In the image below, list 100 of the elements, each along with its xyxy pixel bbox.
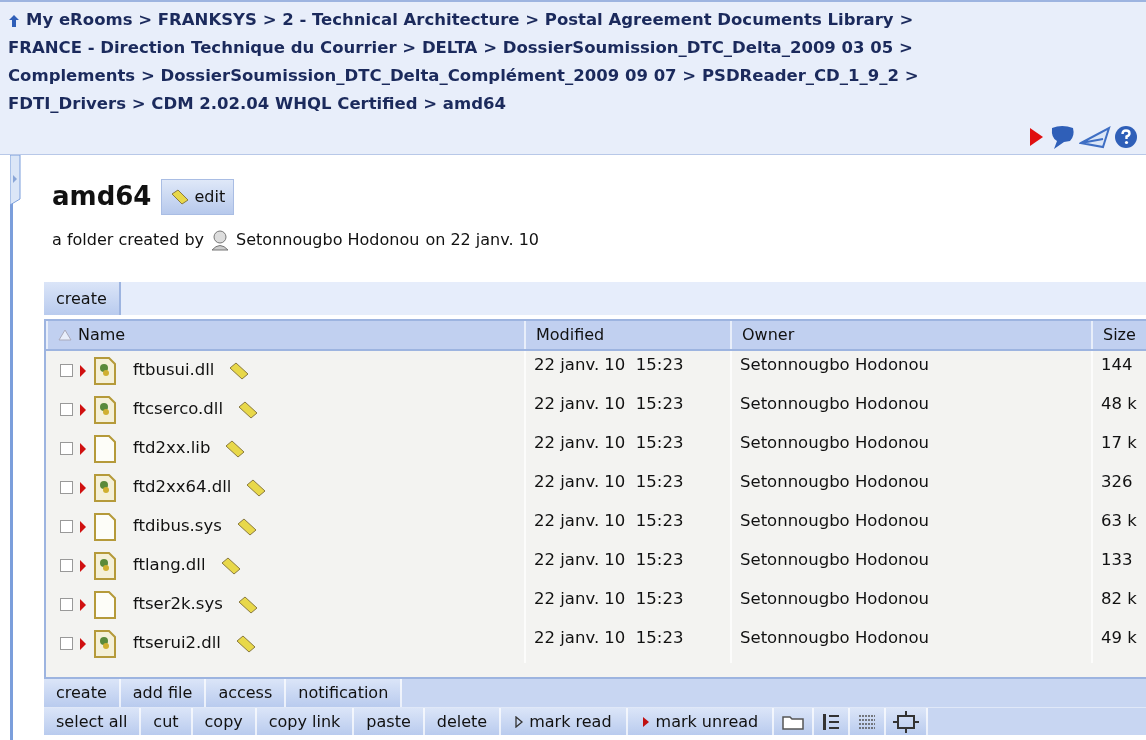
file-name-link[interactable]: ftbusui.dll [133,358,215,383]
created-by-text: a folder created by [52,229,205,251]
expand-triangle-icon[interactable] [79,558,87,573]
breadcrumb-separator: > [899,38,913,57]
size-cell-text: 144 [1101,354,1133,376]
detailed-list-icon[interactable] [850,708,887,735]
pencil-icon[interactable] [234,634,257,653]
breadcrumb-separator: > [423,94,438,113]
breadcrumb-separator: > [131,94,146,113]
list-icon[interactable] [814,708,851,735]
folder-title: amd64 [52,180,152,213]
person-icon [210,229,231,251]
owner-cell-text: Setonnougbo Hodonou [740,549,930,571]
toolbar-button[interactable]: create [44,679,121,707]
breadcrumb-link[interactable]: FRANKSYS [157,10,257,29]
side-panel-tab[interactable] [10,155,24,205]
breadcrumb-separator: > [140,66,155,85]
expand-triangle-icon[interactable] [79,636,87,651]
breadcrumb-link[interactable]: 2 - Technical Architecture [282,10,520,29]
file-icon [93,589,117,620]
breadcrumb-link[interactable]: Postal Agreement Documents Library [544,10,894,29]
column-header[interactable]: Name [46,321,524,349]
application-file-icon [93,355,117,386]
breadcrumb-link[interactable]: DossierSoumission_DTC_Delta_2009 03 05 [502,38,894,57]
breadcrumb-link[interactable]: FRANCE - Direction Technique du Courrier [8,38,397,57]
breadcrumb-link[interactable]: amd64 [442,94,506,113]
pencil-icon[interactable] [236,595,259,614]
checkbox[interactable] [60,520,73,533]
paper-plane-icon[interactable] [1079,125,1111,149]
checkbox[interactable] [60,403,73,416]
size-cell-text: 326 [1101,471,1133,493]
breadcrumb-separator: > [525,10,540,29]
owner-cell-text: Setonnougbo Hodonou [740,393,930,415]
file-name-link[interactable]: ftser2k.sys [133,592,223,617]
file-name-link[interactable]: ftd2xx.lib [133,436,211,461]
expand-triangle-icon[interactable] [79,441,87,456]
owner-link[interactable]: Setonnougbo Hodonou [236,228,420,252]
toolbar-button[interactable]: mark read [501,708,628,735]
pencil-icon[interactable] [235,517,258,536]
file-name-link[interactable]: ftserui2.dll [133,631,221,656]
pencil-icon[interactable] [237,400,259,419]
checkbox[interactable] [60,598,73,611]
modified-cell-text: 22 janv. 10 15:23 [534,471,684,493]
size-cell-text: 82 k [1101,588,1137,610]
breadcrumb-link[interactable]: My eRooms [26,10,133,29]
owner-cell-text: Setonnougbo Hodonou [740,432,930,454]
edit-button[interactable]: edit [161,178,235,215]
toolbar-button[interactable]: add file [120,679,207,707]
expand-triangle-icon[interactable] [79,363,87,378]
toolbar-button[interactable]: access [206,679,287,707]
expand-triangle-icon[interactable] [79,597,87,612]
breadcrumb-separator: > [904,66,919,85]
toolbar-button[interactable]: paste [354,708,425,735]
owner-cell-text: Setonnougbo Hodonou [740,354,930,376]
toolbar-button[interactable]: delete [424,708,502,735]
frame-icon[interactable] [886,708,929,735]
pencil-icon[interactable] [228,361,251,380]
breadcrumb-link[interactable]: DossierSoumission_DTC_Delta_Complément_2009 09 07 [160,66,677,85]
folder-icon[interactable] [774,708,815,735]
toolbar-button[interactable]: cut [141,708,193,735]
pencil-icon[interactable] [245,478,268,497]
column-header[interactable]: Owner [730,321,1091,349]
file-name-link[interactable]: ftlang.dll [133,553,206,578]
column-header[interactable]: Size [1091,321,1146,349]
breadcrumb-link[interactable]: DELTA [421,38,478,57]
toolbar-button[interactable]: select all [44,708,142,735]
checkbox[interactable] [60,559,73,572]
breadcrumb-link[interactable]: Complements [8,66,136,85]
expand-triangle-icon[interactable] [79,402,87,417]
file-name-link[interactable]: ftcserco.dll [133,397,223,422]
checkbox[interactable] [60,442,73,455]
breadcrumb-link[interactable]: CDM 2.02.04 WHQL Certified [151,94,418,113]
breadcrumb-separator: > [682,66,697,85]
breadcrumb-separator: > [262,10,277,29]
modified-cell-text: 22 janv. 10 15:23 [534,510,684,532]
toolbar-button[interactable]: copy [192,708,257,735]
column-header[interactable]: Modified [524,321,730,349]
toolbar-button[interactable]: notification [286,679,403,707]
breadcrumb-separator: > [899,10,914,29]
pencil-icon[interactable] [219,556,242,575]
help-icon[interactable] [1114,125,1138,149]
toolbar-button[interactable]: create [44,282,121,315]
breadcrumb-separator: > [402,38,417,57]
toolbar-button[interactable]: mark unread [627,708,775,735]
size-cell-text: 49 k [1101,627,1137,649]
file-name-link[interactable]: ftd2xx64.dll [133,475,232,500]
checkbox[interactable] [60,364,73,377]
checkbox[interactable] [60,481,73,494]
owner-cell-text: Setonnougbo Hodonou [740,588,930,610]
file-name-link[interactable]: ftdibus.sys [133,514,222,539]
breadcrumb-link[interactable]: PSDReader_CD_1_9_2 [701,66,899,85]
file-icon [93,433,117,464]
expand-triangle-icon[interactable] [79,519,87,534]
expand-triangle-icon[interactable] [79,480,87,495]
breadcrumb-separator: > [138,10,153,29]
pencil-icon[interactable] [224,439,247,458]
checkbox[interactable] [60,637,73,650]
play-icon[interactable] [1027,126,1045,148]
breadcrumb-link[interactable]: FDTI_Drivers [8,94,126,113]
toolbar-button[interactable]: copy link [256,708,355,735]
